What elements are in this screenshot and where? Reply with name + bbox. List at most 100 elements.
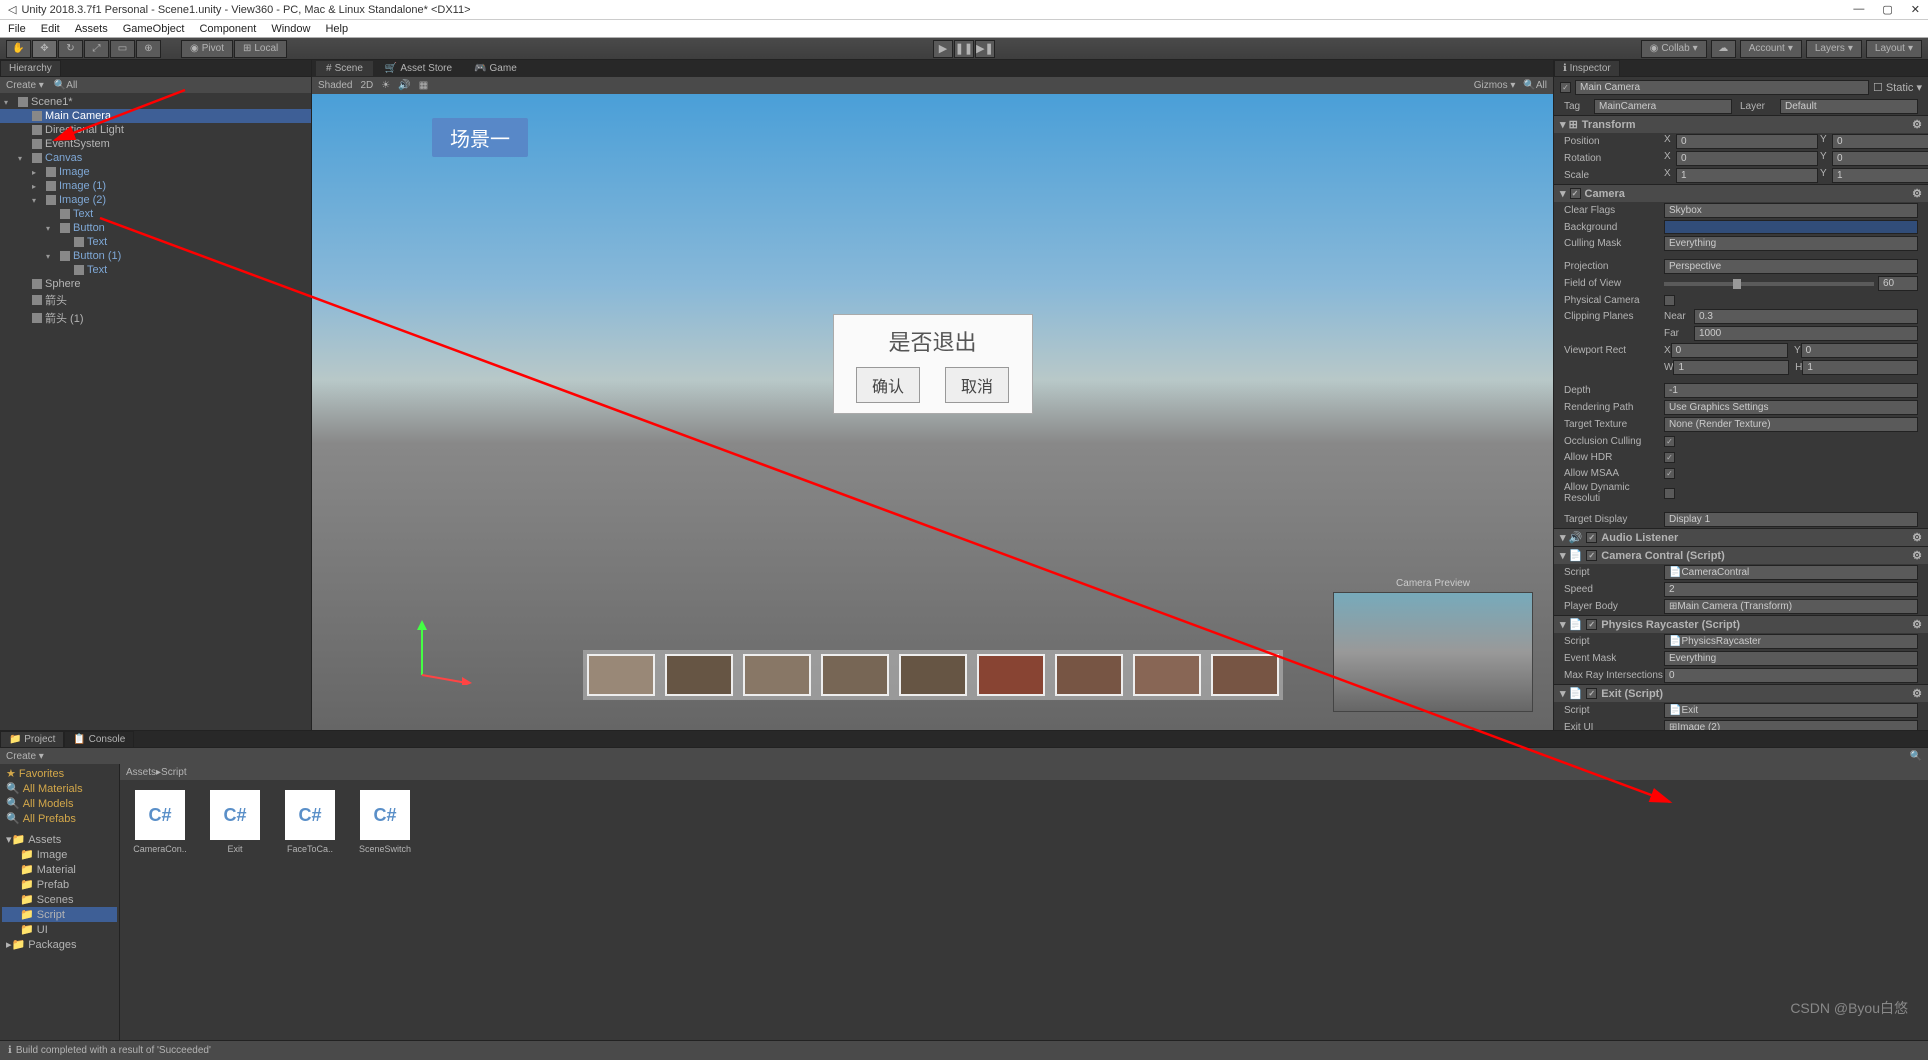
hierarchy-item[interactable]: Main Camera bbox=[0, 109, 311, 123]
tag-dropdown[interactable]: MainCamera bbox=[1594, 99, 1732, 114]
vp-w[interactable] bbox=[1673, 360, 1789, 375]
cloud-icon[interactable]: ☁ bbox=[1711, 40, 1736, 58]
project-search[interactable]: 🔍 bbox=[1910, 751, 1922, 762]
cancel-button[interactable]: 取消 bbox=[945, 367, 1009, 403]
fav-models[interactable]: 🔍All Models bbox=[2, 796, 117, 811]
console-tab[interactable]: 📋 Console bbox=[64, 731, 134, 747]
project-tab[interactable]: 📁 Project bbox=[0, 731, 64, 747]
hierarchy-item[interactable]: 箭头 bbox=[0, 291, 311, 309]
static-checkbox[interactable]: ☐ Static ▾ bbox=[1873, 81, 1922, 94]
fav-materials[interactable]: 🔍All Materials bbox=[2, 781, 117, 796]
cc-script[interactable]: 📄CameraContral bbox=[1664, 565, 1918, 580]
thumb-4[interactable] bbox=[821, 654, 889, 696]
audio-icon[interactable]: 🔊 bbox=[398, 80, 410, 91]
maximize-icon[interactable]: ▢ bbox=[1882, 3, 1892, 16]
hierarchy-item[interactable]: Text bbox=[0, 207, 311, 221]
exit-script-header[interactable]: ▾ 📄 ✓ Exit (Script)⚙ bbox=[1554, 685, 1928, 702]
dynres-checkbox[interactable] bbox=[1664, 488, 1675, 499]
camera-contral-header[interactable]: ▾ 📄 ✓ Camera Contral (Script)⚙ bbox=[1554, 547, 1928, 564]
shaded-dropdown[interactable]: Shaded bbox=[318, 80, 352, 91]
fov-input[interactable] bbox=[1878, 276, 1918, 291]
occlusion-checkbox[interactable]: ✓ bbox=[1664, 436, 1675, 447]
raycaster-header[interactable]: ▾ 📄 ✓ Physics Raycaster (Script)⚙ bbox=[1554, 616, 1928, 633]
favorites-label[interactable]: ★ Favorites bbox=[2, 766, 117, 781]
pause-button[interactable]: ❚❚ bbox=[954, 40, 974, 58]
mode-2d[interactable]: 2D bbox=[360, 80, 373, 91]
near-clip[interactable] bbox=[1694, 309, 1918, 324]
hierarchy-item[interactable]: ▾Button bbox=[0, 221, 311, 235]
layout-dropdown[interactable]: Layout ▾ bbox=[1866, 40, 1922, 58]
target-texture[interactable]: None (Render Texture) bbox=[1664, 417, 1918, 432]
hierarchy-item[interactable]: Text bbox=[0, 235, 311, 249]
menu-file[interactable]: File bbox=[8, 23, 26, 35]
rc-mask[interactable]: Everything bbox=[1664, 651, 1918, 666]
step-button[interactable]: ▶❚ bbox=[975, 40, 995, 58]
pos-x[interactable] bbox=[1676, 134, 1818, 149]
hierarchy-item[interactable]: ▾Scene1* bbox=[0, 95, 311, 109]
transform-header[interactable]: ▾ ⊞ Transform⚙ bbox=[1554, 116, 1928, 133]
rendering-dropdown[interactable]: Use Graphics Settings bbox=[1664, 400, 1918, 415]
hierarchy-tab[interactable]: Hierarchy bbox=[0, 60, 61, 76]
scale-tool-icon[interactable]: ⤢ bbox=[84, 40, 109, 58]
scene-view[interactable]: #Scene 🛒Asset Store 🎮Game Shaded 2D ☀ 🔊 … bbox=[312, 60, 1553, 730]
project-breadcrumb[interactable]: Assets ▸ Script bbox=[120, 764, 1928, 780]
gameobject-name-input[interactable] bbox=[1575, 80, 1869, 95]
asset-store-tab[interactable]: 🛒Asset Store bbox=[375, 61, 462, 76]
menu-window[interactable]: Window bbox=[271, 23, 310, 35]
thumb-6[interactable] bbox=[977, 654, 1045, 696]
play-button[interactable]: ▶ bbox=[933, 40, 953, 58]
physical-camera-checkbox[interactable] bbox=[1664, 295, 1675, 306]
hierarchy-item[interactable]: ▾Button (1) bbox=[0, 249, 311, 263]
background-color[interactable] bbox=[1664, 220, 1918, 234]
clear-flags-dropdown[interactable]: Skybox bbox=[1664, 203, 1918, 218]
game-tab[interactable]: 🎮Game bbox=[464, 61, 527, 76]
culling-dropdown[interactable]: Everything bbox=[1664, 236, 1918, 251]
fav-prefabs[interactable]: 🔍All Prefabs bbox=[2, 811, 117, 826]
collab-dropdown[interactable]: ◉Collab ▾ bbox=[1641, 40, 1707, 58]
thumb-1[interactable] bbox=[587, 654, 655, 696]
fx-icon[interactable]: ▦ bbox=[419, 80, 428, 91]
menu-component[interactable]: Component bbox=[199, 23, 256, 35]
layer-dropdown[interactable]: Default bbox=[1780, 99, 1918, 114]
camera-header[interactable]: ▾ ✓ Camera⚙ bbox=[1554, 185, 1928, 202]
gameobject-active-checkbox[interactable]: ✓ bbox=[1560, 82, 1571, 93]
folder-item[interactable]: 📁 Scenes bbox=[2, 892, 117, 907]
local-toggle[interactable]: ⊞Local bbox=[234, 40, 287, 58]
transform-tool-icon[interactable]: ⊕ bbox=[136, 40, 161, 58]
rc-script[interactable]: 📄PhysicsRaycaster bbox=[1664, 634, 1918, 649]
script-asset[interactable]: C#FaceToCa.. bbox=[280, 790, 340, 854]
lighting-icon[interactable]: ☀ bbox=[381, 80, 390, 91]
rot-x[interactable] bbox=[1676, 151, 1818, 166]
account-dropdown[interactable]: Account ▾ bbox=[1740, 40, 1802, 58]
scene-tab[interactable]: #Scene bbox=[316, 61, 373, 76]
thumb-9[interactable] bbox=[1211, 654, 1279, 696]
move-gizmo-icon[interactable] bbox=[412, 615, 472, 685]
vp-h[interactable] bbox=[1802, 360, 1918, 375]
script-asset[interactable]: C#Exit bbox=[205, 790, 265, 854]
hierarchy-item[interactable]: ▸Image (1) bbox=[0, 179, 311, 193]
rc-maxray[interactable] bbox=[1664, 668, 1918, 683]
create-dropdown[interactable]: Create ▾ bbox=[6, 80, 44, 91]
packages-folder[interactable]: ▸📁 Packages bbox=[2, 937, 117, 952]
audio-listener-header[interactable]: ▾ 🔊 ✓ Audio Listener⚙ bbox=[1554, 529, 1928, 546]
menu-help[interactable]: Help bbox=[325, 23, 348, 35]
target-display-dropdown[interactable]: Display 1 bbox=[1664, 512, 1918, 527]
msaa-checkbox[interactable]: ✓ bbox=[1664, 468, 1675, 479]
thumb-2[interactable] bbox=[665, 654, 733, 696]
hdr-checkbox[interactable]: ✓ bbox=[1664, 452, 1675, 463]
scl-y[interactable] bbox=[1832, 168, 1928, 183]
far-clip[interactable] bbox=[1694, 326, 1918, 341]
menu-assets[interactable]: Assets bbox=[75, 23, 108, 35]
script-asset[interactable]: C#SceneSwitch bbox=[355, 790, 415, 854]
hand-tool-icon[interactable]: ✋ bbox=[6, 40, 31, 58]
minimize-icon[interactable]: — bbox=[1853, 3, 1864, 16]
cc-speed[interactable] bbox=[1664, 582, 1918, 597]
vp-x[interactable] bbox=[1671, 343, 1788, 358]
hierarchy-search[interactable]: 🔍All bbox=[54, 80, 78, 91]
menu-gameobject[interactable]: GameObject bbox=[123, 23, 185, 35]
folder-item[interactable]: 📁 Image bbox=[2, 847, 117, 862]
hierarchy-item[interactable]: ▸Image bbox=[0, 165, 311, 179]
hierarchy-item[interactable]: 箭头 (1) bbox=[0, 309, 311, 327]
folder-item[interactable]: 📁 Material bbox=[2, 862, 117, 877]
hierarchy-item[interactable]: Sphere bbox=[0, 277, 311, 291]
